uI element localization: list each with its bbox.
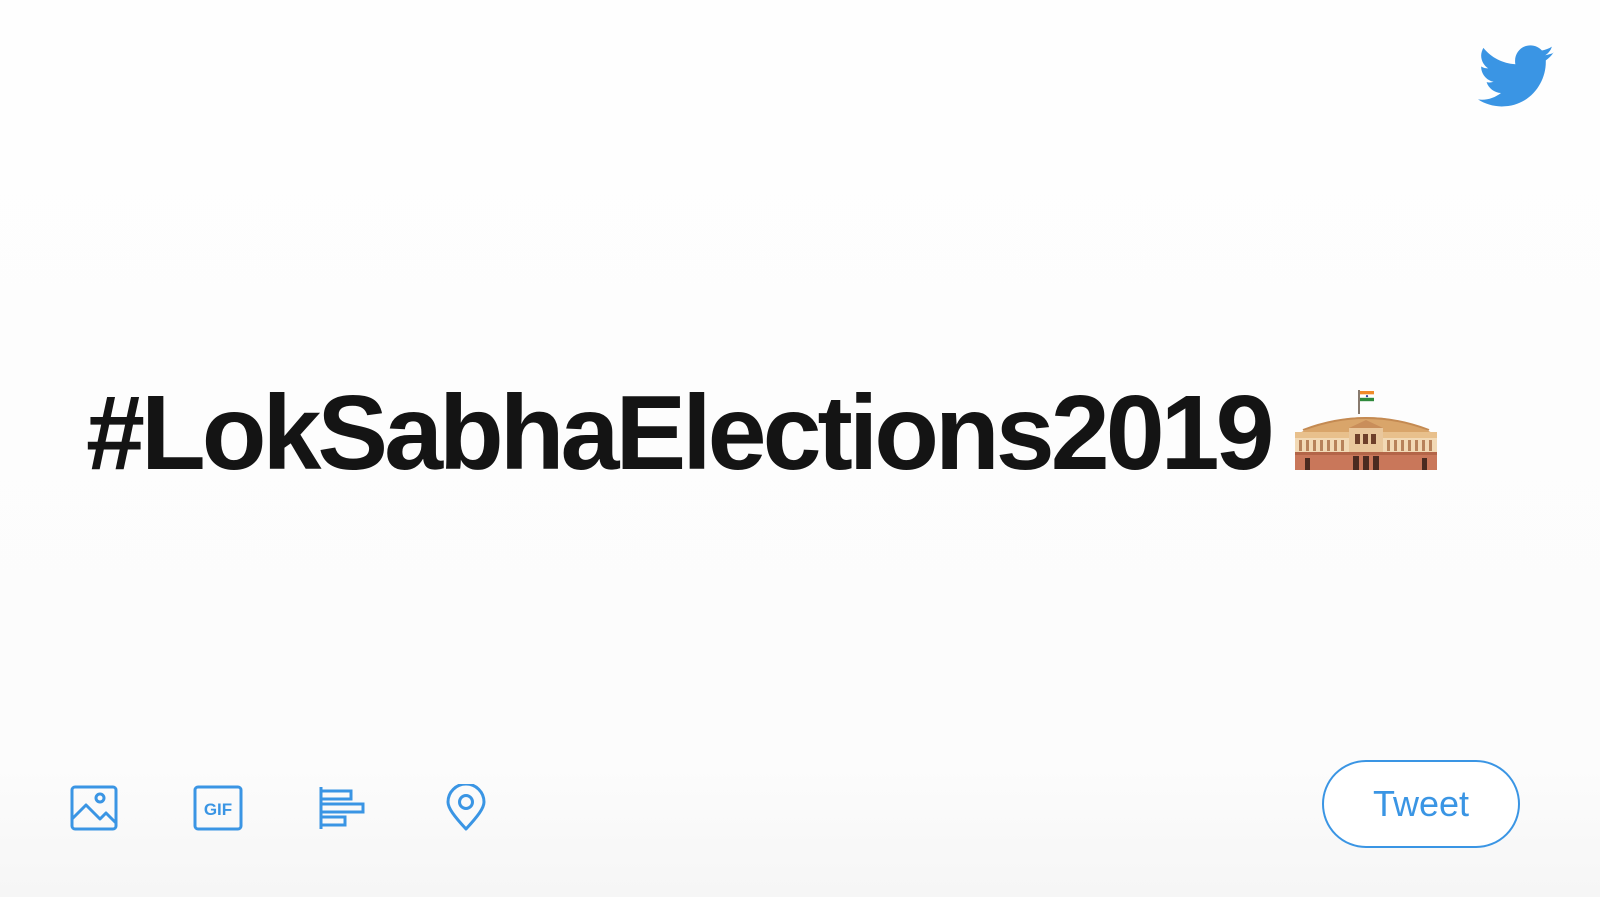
image-icon <box>70 785 118 831</box>
gif-label: GIF <box>204 800 232 819</box>
add-gif-button[interactable]: GIF <box>192 782 244 834</box>
tweet-text[interactable]: #LokSabhaElections2019 <box>86 378 1439 488</box>
add-poll-button[interactable] <box>316 782 368 834</box>
twitter-bird-icon <box>1478 45 1556 109</box>
add-location-button[interactable] <box>440 782 492 834</box>
poll-icon <box>319 787 365 829</box>
tweet-composer-card: #LokSabhaElections2019 GIF Tweet <box>0 0 1600 897</box>
add-image-button[interactable] <box>68 782 120 834</box>
composer-toolbar: GIF <box>68 782 564 834</box>
location-pin-icon <box>446 784 486 831</box>
hashtag-text: #LokSabhaElections2019 <box>86 374 1275 492</box>
gif-icon: GIF <box>193 785 243 831</box>
tweet-button[interactable]: Tweet <box>1322 760 1520 848</box>
parliament-house-emoji <box>1293 388 1439 470</box>
